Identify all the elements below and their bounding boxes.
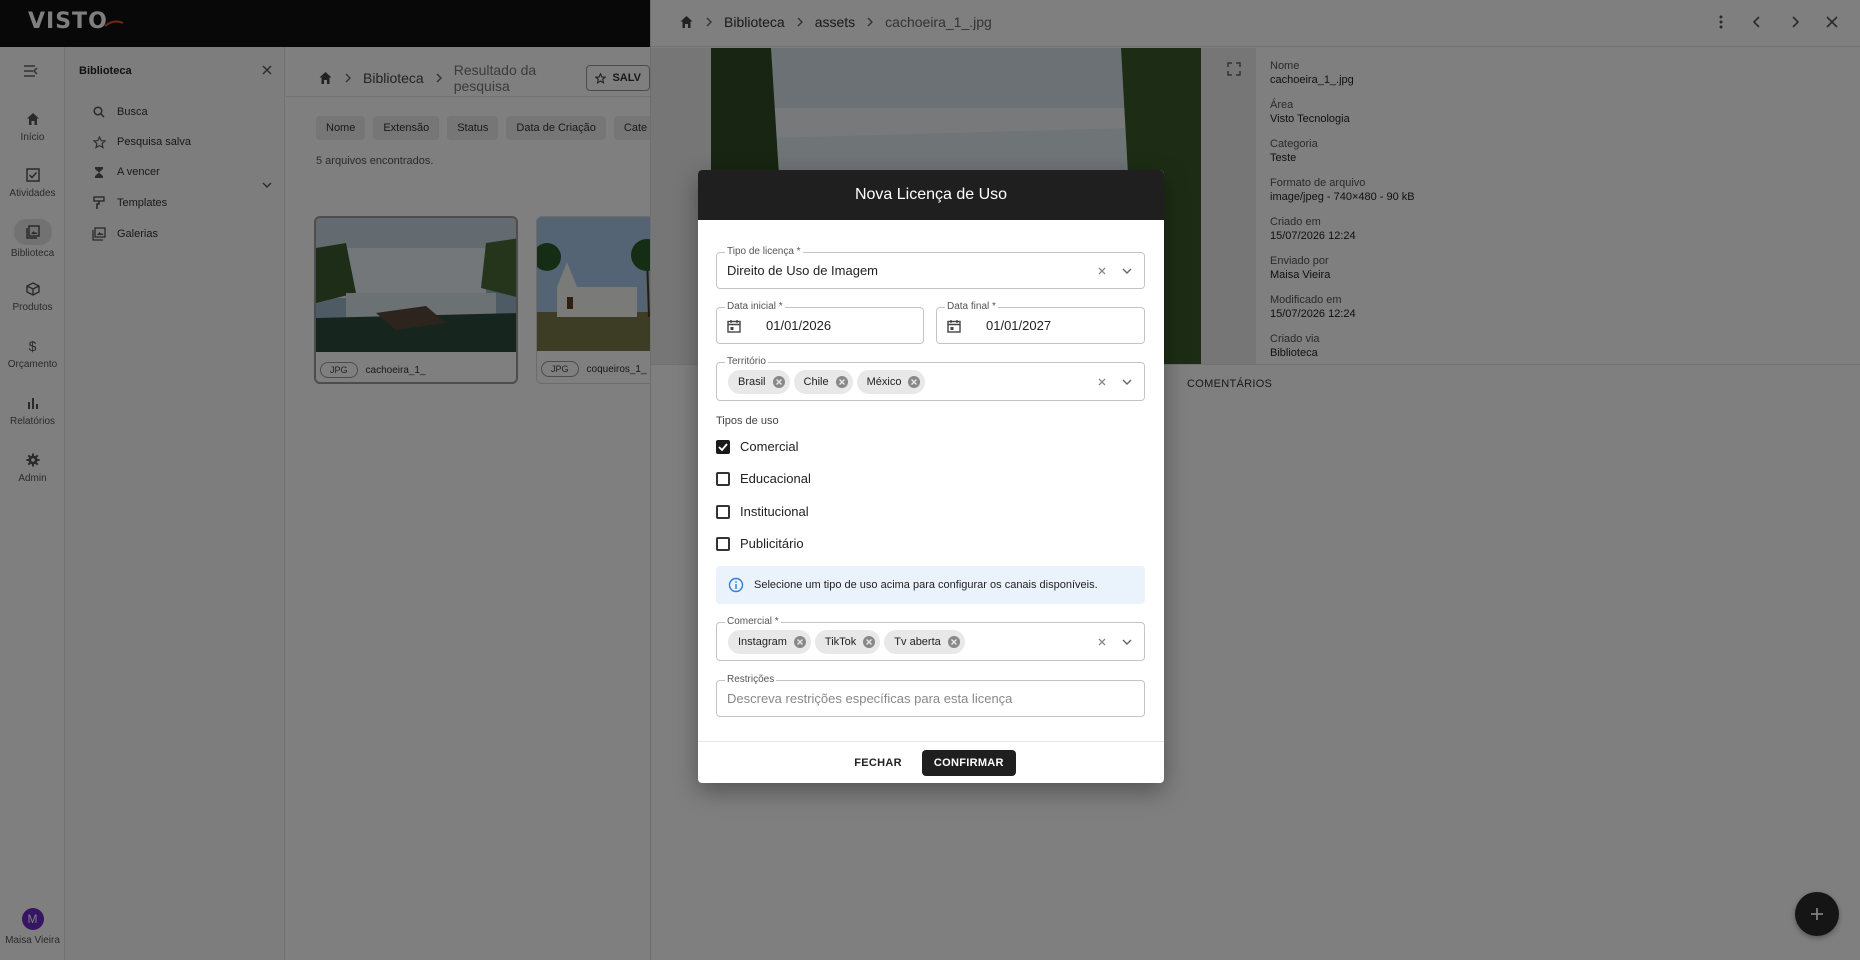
tag-label: Chile: [803, 375, 829, 388]
tag-label: México: [866, 375, 902, 388]
info-text: Selecione um tipo de uso acima para conf…: [754, 579, 1098, 591]
checkbox-icon[interactable]: [716, 471, 730, 486]
territory-tag: Brasil: [728, 369, 790, 394]
new-license-dialog: Nova Licença de Uso Tipo de licença * Di…: [698, 170, 1164, 783]
remove-tag-icon[interactable]: [793, 635, 807, 649]
tag-label: Instagram: [738, 635, 787, 648]
checkbox-icon[interactable]: [716, 504, 730, 519]
remove-tag-icon[interactable]: [772, 375, 786, 389]
territory-select[interactable]: Território Brasil Chile México: [716, 356, 1145, 401]
tag-label: Tv aberta: [894, 635, 941, 648]
commercial-channels-select[interactable]: Comercial * Instagram TikTok Tv aberta: [716, 616, 1145, 661]
checkbox-icon[interactable]: [716, 536, 730, 551]
end-date-field[interactable]: Data final * 01/01/2027: [936, 301, 1145, 344]
chevron-down-icon[interactable]: [1122, 639, 1132, 645]
territory-tag: Chile: [793, 369, 853, 394]
chevron-down-icon[interactable]: [1122, 379, 1132, 385]
tag-label: TikTok: [824, 635, 857, 648]
remove-tag-icon[interactable]: [835, 375, 849, 389]
clear-icon[interactable]: [1098, 638, 1106, 646]
clear-icon[interactable]: [1098, 267, 1106, 275]
usage-type-publicitario[interactable]: Publicitário: [716, 536, 804, 551]
calendar-icon[interactable]: [727, 319, 741, 333]
remove-tag-icon[interactable]: [947, 635, 961, 649]
restrictions-placeholder: Descreva restrições específicas para est…: [727, 691, 1013, 706]
tag-label: Brasil: [738, 375, 766, 388]
checkbox-label: Publicitário: [740, 536, 804, 551]
channel-tag: TikTok: [814, 629, 881, 654]
dialog-title: Nova Licença de Uso: [698, 170, 1164, 220]
chevron-down-icon[interactable]: [1122, 268, 1132, 274]
checkbox-label: Comercial: [740, 439, 799, 454]
license-type-select[interactable]: Tipo de licença * Direito de Uso de Imag…: [716, 246, 1145, 289]
usage-type-comercial[interactable]: Comercial: [716, 439, 799, 454]
license-type-value: Direito de Uso de Imagem: [727, 263, 879, 278]
remove-tag-icon[interactable]: [862, 635, 876, 649]
dialog-actions: FECHAR CONFIRMAR: [698, 741, 1164, 783]
info-alert: Selecione um tipo de uso acima para conf…: [716, 566, 1145, 604]
channel-tag: Tv aberta: [884, 629, 965, 654]
calendar-icon[interactable]: [947, 319, 961, 333]
end-date-value: 01/01/2027: [986, 318, 1052, 333]
start-date-value: 01/01/2026: [766, 318, 832, 333]
restrictions-input[interactable]: Restrições Descreva restrições específic…: [716, 674, 1145, 717]
remove-tag-icon[interactable]: [907, 375, 921, 389]
info-icon: [728, 577, 744, 593]
checkbox-checked-icon[interactable]: [716, 439, 730, 454]
confirm-button[interactable]: CONFIRMAR: [921, 749, 1016, 776]
checkbox-label: Educacional: [740, 471, 811, 486]
usage-type-educacional[interactable]: Educacional: [716, 471, 811, 486]
start-date-field[interactable]: Data inicial * 01/01/2026: [716, 301, 924, 344]
usage-types-label: Tipos de uso: [716, 415, 779, 427]
checkbox-label: Institucional: [740, 504, 809, 519]
clear-icon[interactable]: [1098, 378, 1106, 386]
territory-tag: México: [856, 369, 926, 394]
close-button[interactable]: FECHAR: [846, 751, 910, 775]
usage-type-institucional[interactable]: Institucional: [716, 504, 809, 519]
channel-tag: Instagram: [728, 629, 811, 654]
